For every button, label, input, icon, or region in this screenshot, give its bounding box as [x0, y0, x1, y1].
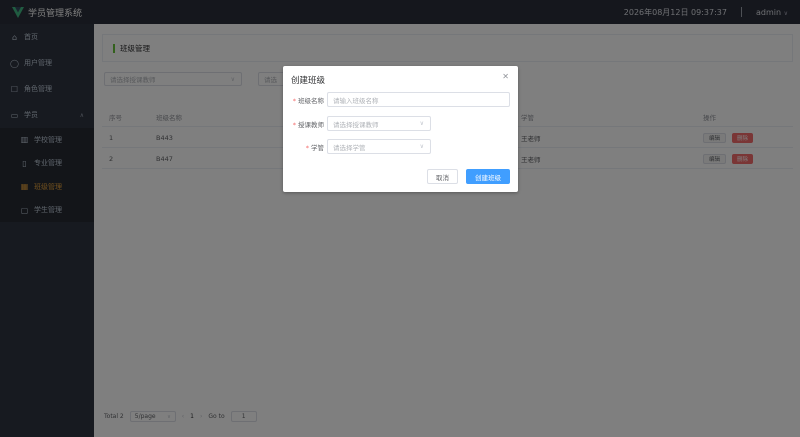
required-mark: *: [292, 120, 296, 129]
manager-select[interactable]: 请选择学管 ∨: [327, 139, 431, 154]
select-placeholder: 请选择授课教师: [333, 120, 379, 129]
field-label-text: 学管: [311, 143, 324, 152]
create-class-dialog: 创建班级 ✕ * 班级名称 请输入班级名称 * 授课教师 请选择授课教师 ∨ * 学管…: [283, 66, 518, 192]
select-placeholder: 请选择学管: [333, 143, 366, 152]
chevron-down-icon: ∨: [419, 120, 424, 127]
teacher-select[interactable]: 请选择授课教师 ∨: [327, 116, 431, 131]
input-placeholder: 请输入班级名称: [333, 96, 379, 105]
cancel-button[interactable]: 取消: [427, 169, 458, 184]
close-icon[interactable]: ✕: [502, 72, 509, 81]
field-label-text: 班级名称: [298, 96, 324, 105]
required-mark: *: [292, 96, 296, 105]
dialog-footer: 取消 创建班级: [427, 169, 510, 184]
create-class-button[interactable]: 创建班级: [466, 169, 510, 184]
field-label: * 班级名称: [264, 95, 324, 105]
dialog-title: 创建班级: [291, 76, 326, 86]
field-label: * 授课教师: [264, 119, 324, 129]
field-label: * 学管: [264, 142, 324, 152]
class-name-input[interactable]: 请输入班级名称: [327, 92, 510, 107]
required-mark: *: [305, 143, 309, 152]
field-label-text: 授课教师: [298, 120, 324, 129]
chevron-down-icon: ∨: [419, 143, 424, 150]
